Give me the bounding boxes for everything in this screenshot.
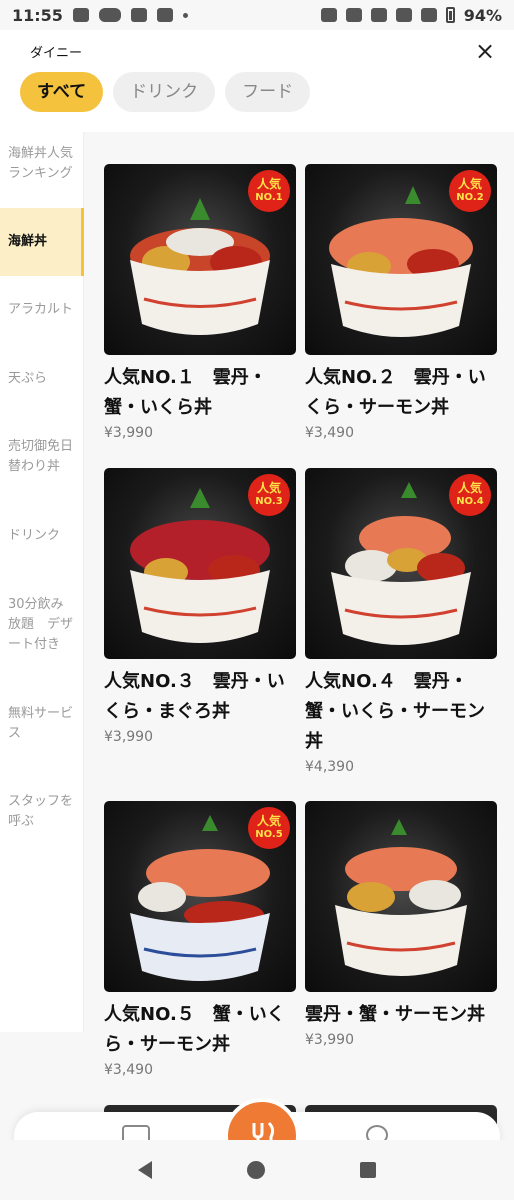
item-price: ¥3,990	[104, 729, 153, 745]
popularity-badge: 人気 NO.2	[449, 170, 491, 212]
menu-grid: 人気 NO.1 人気NO.１ 雲丹・蟹・いくら丼 ¥3,990 人気 NO.2 …	[84, 132, 514, 1140]
sidebar-item-nomihoudai[interactable]: 30分飲み放題 デザート付き	[0, 595, 84, 655]
header: ダイニー × すべて ドリンク フード	[0, 30, 514, 132]
category-tabs: すべて ドリンク フード	[20, 72, 311, 112]
category-sidebar: 海鮮丼人気ランキング 海鮮丼 アラカルト 天ぷら 売切御免日替わり丼 ドリンク …	[0, 132, 84, 1032]
item-title: 雲丹・蟹・サーモン丼	[305, 1004, 485, 1025]
menu-card[interactable]: 人気 NO.4 人気NO.４ 雲丹・蟹・いくら・サーモン丼 ¥4,390	[305, 468, 497, 775]
item-price: ¥3,990	[104, 425, 153, 441]
sidebar-item-free-service[interactable]: 無料サービス	[0, 704, 84, 744]
notification-icon	[130, 8, 147, 22]
bluetooth-icon	[345, 8, 362, 22]
app-icon	[156, 8, 173, 22]
item-price: ¥4,390	[305, 759, 354, 775]
item-title: 人気NO.１ 雲丹・蟹・いくら丼	[104, 367, 267, 418]
close-icon[interactable]: ×	[472, 38, 498, 64]
back-icon[interactable]	[137, 1161, 152, 1179]
donburi-photo	[305, 801, 497, 992]
wifi-icon	[395, 8, 412, 22]
popularity-badge: 人気 NO.4	[449, 474, 491, 516]
tab-drink[interactable]: ドリンク	[113, 72, 216, 112]
donburi-photo: 人気 NO.5	[104, 801, 296, 992]
system-nav-bar	[0, 1140, 514, 1200]
line-app-icon	[98, 8, 121, 22]
status-time: 11:55	[12, 5, 63, 25]
sidebar-item-daily[interactable]: 売切御免日替わり丼	[0, 437, 84, 477]
menu-card[interactable]: 人気 NO.5 人気NO.５ 蟹・いくら・サーモン丼 ¥3,490	[104, 801, 296, 1078]
sidebar-item-call-staff[interactable]: スタッフを呼ぶ	[0, 792, 84, 832]
menu-card[interactable]: 人気 NO.2 人気NO.２ 雲丹・いくら・サーモン丼 ¥3,490	[305, 164, 497, 441]
sidebar-item-kaisendon[interactable]: 海鮮丼	[0, 208, 84, 276]
item-price: ¥3,990	[305, 1032, 354, 1048]
more-notifications-icon	[182, 12, 188, 18]
tab-all[interactable]: すべて	[20, 72, 104, 112]
recent-apps-icon[interactable]	[360, 1162, 377, 1178]
menu-card[interactable]: 人気 NO.1 人気NO.１ 雲丹・蟹・いくら丼 ¥3,990	[104, 164, 296, 441]
sidebar-item-alacarte[interactable]: アラカルト	[0, 300, 84, 320]
battery-icon	[445, 7, 455, 23]
alarm-icon	[320, 8, 337, 22]
popularity-badge: 人気 NO.5	[248, 807, 290, 849]
popularity-badge: 人気 NO.1	[248, 170, 290, 212]
vibrate-icon	[370, 8, 387, 22]
item-title: 人気NO.４ 雲丹・蟹・いくら・サーモン丼	[305, 671, 485, 752]
item-price: ¥3,490	[104, 1062, 153, 1078]
sidebar-item-tempura[interactable]: 天ぷら	[0, 369, 84, 389]
item-title: 人気NO.５ 蟹・いくら・サーモン丼	[104, 1004, 285, 1055]
mail-icon	[72, 8, 89, 22]
home-icon[interactable]	[246, 1161, 265, 1179]
donburi-photo: 人気 NO.1	[104, 164, 296, 355]
menu-card[interactable]: 人気 NO.3 人気NO.３ 雲丹・いくら・まぐろ丼 ¥3,990	[104, 468, 296, 745]
shop-name: ダイニー	[30, 46, 83, 61]
item-price: ¥3,490	[305, 425, 354, 441]
donburi-photo: 人気 NO.2	[305, 164, 497, 355]
sidebar-item-drink[interactable]: ドリンク	[0, 526, 84, 546]
donburi-photo: 人気 NO.4	[305, 468, 497, 659]
popularity-badge: 人気 NO.3	[248, 474, 290, 516]
status-bar: 11:55 94%	[0, 0, 514, 30]
sidebar-item-ranking[interactable]: 海鮮丼人気ランキング	[0, 144, 84, 184]
tab-food[interactable]: フード	[225, 72, 311, 112]
signal-icon	[420, 8, 437, 22]
item-title: 人気NO.２ 雲丹・いくら・サーモン丼	[305, 367, 486, 418]
item-title: 人気NO.３ 雲丹・いくら・まぐろ丼	[104, 671, 285, 722]
bowl-illustration	[335, 819, 467, 976]
donburi-photo: 人気 NO.3	[104, 468, 296, 659]
menu-card[interactable]: 雲丹・蟹・サーモン丼 ¥3,990	[305, 801, 497, 1048]
battery-percent: 94%	[463, 5, 502, 25]
